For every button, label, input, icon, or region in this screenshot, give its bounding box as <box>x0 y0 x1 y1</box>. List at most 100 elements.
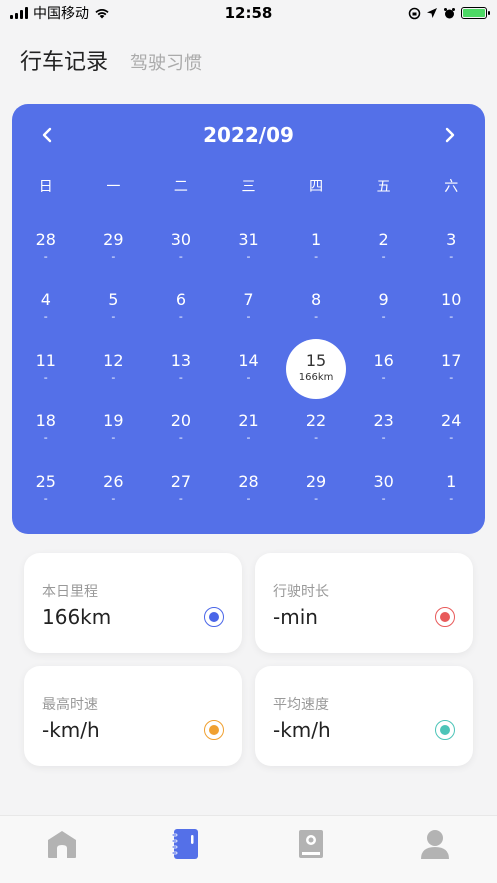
day-number: 4 <box>40 290 51 310</box>
stat-dot-icon <box>435 607 455 627</box>
stat-value: -km/h <box>42 718 100 742</box>
day-mileage: - <box>246 370 251 384</box>
day-number: 5 <box>108 290 119 310</box>
stat-dot-icon <box>204 607 224 627</box>
day-mileage: - <box>43 310 48 324</box>
day-number: 2 <box>378 230 389 249</box>
day-number: 18 <box>35 411 56 431</box>
calendar-day[interactable]: 31- <box>215 222 283 282</box>
stat-card-avg-speed: 平均速度 -km/h <box>255 666 473 766</box>
day-mileage: - <box>449 370 454 384</box>
weekday-label: 三 <box>241 179 256 195</box>
day-number: 30 <box>170 230 192 249</box>
calendar-day[interactable]: 1- <box>417 464 485 524</box>
stat-dot-icon <box>435 720 455 740</box>
calendar-day[interactable]: 14- <box>215 343 283 403</box>
location-icon <box>427 8 437 18</box>
status-right <box>408 7 490 20</box>
day-mileage: - <box>449 491 454 505</box>
day-mileage: - <box>246 310 251 324</box>
day-mileage: - <box>314 491 319 505</box>
weekday-label: 二 <box>173 179 188 195</box>
stat-dot-icon <box>204 720 224 740</box>
day-mileage: - <box>43 491 48 505</box>
calendar-day[interactable]: 5- <box>80 282 148 342</box>
tab-profile[interactable] <box>405 824 465 864</box>
calendar-day[interactable]: 18- <box>12 403 80 463</box>
day-mileage: - <box>449 310 454 324</box>
calendar-day[interactable]: 11- <box>12 343 80 403</box>
calendar-day[interactable]: 25- <box>12 464 80 524</box>
day-mileage: - <box>111 370 116 384</box>
day-number: 9 <box>378 290 389 310</box>
day-number: 20 <box>170 411 192 431</box>
calendar-day[interactable]: 17- <box>417 343 485 403</box>
tab-driving-record-nav[interactable] <box>156 824 216 864</box>
calendar-day[interactable]: 2- <box>350 222 418 282</box>
day-mileage: - <box>43 431 48 445</box>
day-mileage: - <box>111 431 116 445</box>
day-number: 15 <box>305 350 327 370</box>
day-mileage: - <box>43 250 48 263</box>
tab-driving-habits[interactable]: 驾驶习惯 <box>130 49 202 75</box>
header-tabs: 行车记录 驾驶习惯 <box>20 44 202 76</box>
calendar-day[interactable]: 27- <box>147 464 215 524</box>
calendar-day[interactable]: 10- <box>417 282 485 342</box>
stat-label: 平均速度 <box>273 697 329 713</box>
next-month-button[interactable] <box>435 120 465 150</box>
calendar-day[interactable]: 3- <box>417 222 485 282</box>
calendar-day[interactable]: 28- <box>12 222 80 282</box>
calendar-day[interactable]: 13- <box>147 343 215 403</box>
weekday-label: 一 <box>106 179 121 195</box>
day-mileage: - <box>314 250 319 263</box>
calendar-day[interactable]: 29- <box>282 464 350 524</box>
calendar-day[interactable]: 19- <box>80 403 148 463</box>
calendar-day[interactable]: 24- <box>417 403 485 463</box>
tab-manual[interactable] <box>281 824 341 864</box>
day-number: 21 <box>238 411 259 431</box>
day-mileage: 166km <box>298 371 334 383</box>
day-number: 28 <box>35 230 56 249</box>
day-mileage: - <box>314 310 319 324</box>
prev-month-button[interactable] <box>32 120 62 150</box>
calendar-day[interactable]: 21- <box>215 403 283 463</box>
calendar-day[interactable]: 23- <box>350 403 418 463</box>
weekday-row: 日 一 二 三 四 五 六 <box>12 176 485 196</box>
calendar-day[interactable]: 20- <box>147 403 215 463</box>
calendar-day[interactable]: 4- <box>12 282 80 342</box>
calendar-day[interactable]: 26- <box>80 464 148 524</box>
day-mileage: - <box>381 310 386 324</box>
day-mileage: - <box>381 491 386 505</box>
chevron-right-icon <box>445 127 455 143</box>
calendar-day[interactable]: 29- <box>80 222 148 282</box>
calendar-day-selected[interactable]: 15 166km <box>282 338 350 403</box>
calendar-day[interactable]: 30- <box>350 464 418 524</box>
calendar-day[interactable]: 8- <box>282 282 350 342</box>
tab-driving-record[interactable]: 行车记录 <box>20 44 108 76</box>
day-number: 22 <box>305 411 327 431</box>
calendar-day[interactable]: 28- <box>215 464 283 524</box>
day-number: 29 <box>305 471 327 491</box>
day-mileage: - <box>111 310 116 324</box>
day-number: 24 <box>441 411 462 431</box>
tab-home[interactable] <box>32 824 92 864</box>
calendar-day[interactable]: 6- <box>147 282 215 342</box>
day-number: 29 <box>103 230 124 249</box>
stat-card-daily-mileage: 本日里程 166km <box>24 553 242 653</box>
day-number: 10 <box>441 290 462 310</box>
stat-value: 166km <box>42 605 112 629</box>
calendar-day[interactable]: 9- <box>350 282 418 342</box>
stat-label: 最高时速 <box>42 697 98 713</box>
calendar-day[interactable]: 30- <box>147 222 215 282</box>
day-number: 12 <box>103 350 124 370</box>
calendar-day[interactable]: 12- <box>80 343 148 403</box>
calendar-day[interactable]: 7- <box>215 282 283 342</box>
calendar-day[interactable]: 1- <box>282 222 350 282</box>
day-number: 30 <box>373 471 394 491</box>
day-number: 14 <box>238 350 259 370</box>
profile-icon <box>420 830 449 859</box>
day-number: 3 <box>446 230 457 249</box>
day-mileage: - <box>111 491 116 505</box>
calendar-day[interactable]: 16- <box>350 343 418 403</box>
calendar-day[interactable]: 22- <box>282 403 350 463</box>
